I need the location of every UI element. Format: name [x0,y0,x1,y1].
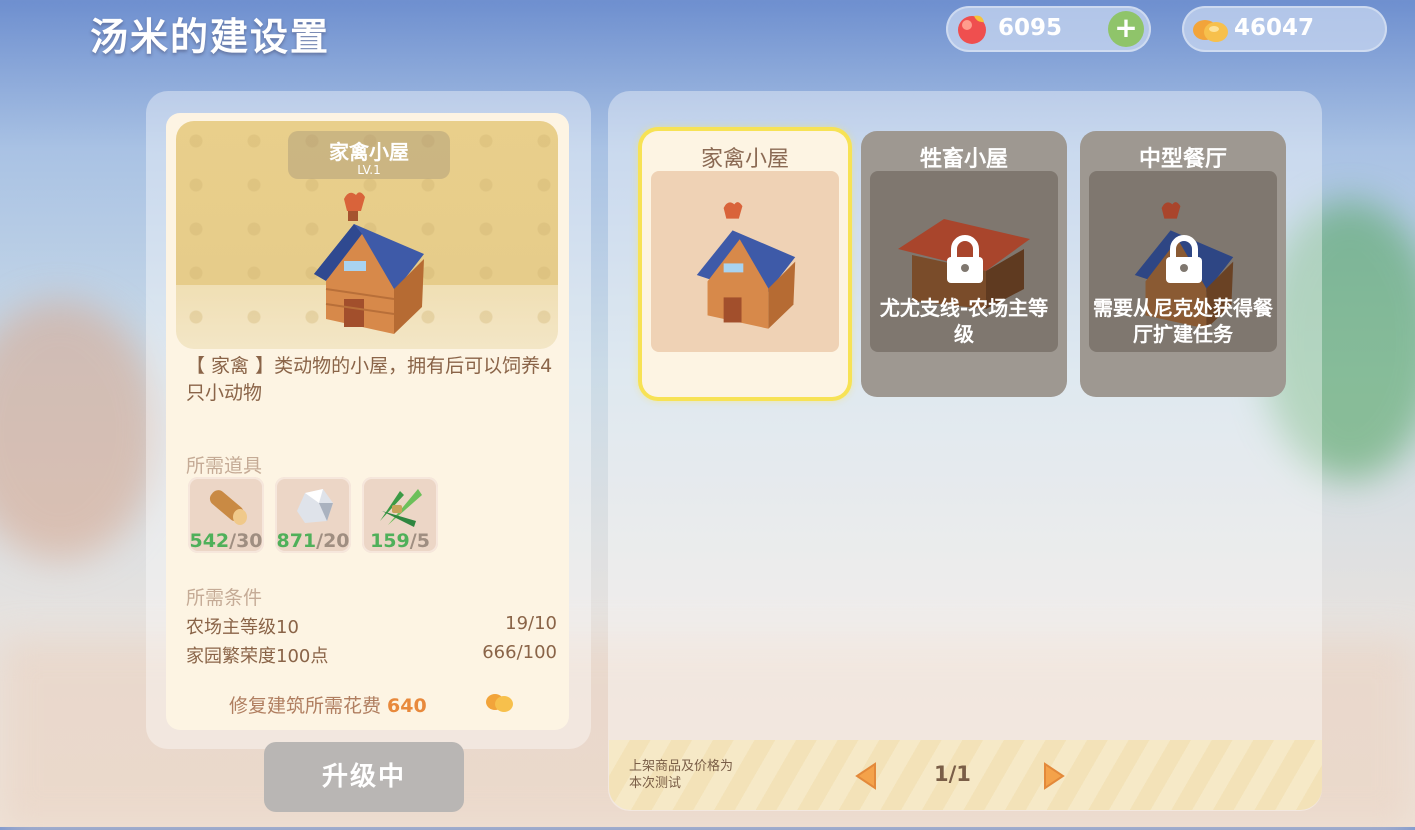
prev-page-button[interactable] [853,762,879,790]
background-building [0,300,160,560]
building-card-poultry[interactable]: 家禽小屋 [642,131,848,397]
building-card-name: 家禽小屋 [700,147,789,172]
condition-label: 家园繁荣度100点 [186,646,329,667]
condition-value: 666/100 [482,642,557,663]
materials-title: 所需道具 [186,455,263,477]
conditions-title: 所需条件 [186,587,263,609]
unlock-requirement: 需要从尼克处获得餐厅扩建任务 [1093,296,1273,346]
cost-value: 640 [387,695,427,717]
upgrade-button[interactable]: 升级中 [264,742,464,812]
poultry-house-icon [314,192,424,334]
building-name: 家禽小屋 [329,140,409,164]
stone-icon [297,489,333,523]
building-card-name: 中型餐厅 [1138,147,1227,172]
poultry-house-icon [696,202,796,329]
gem-value: 6095 [998,15,1063,41]
material-slot[interactable]: 871/20 [275,477,351,553]
wood-log-icon [209,490,247,525]
gem-currency: 6095 + [946,6,1151,52]
material-count: 542/30 [189,530,263,552]
building-card-name: 牲畜小屋 [919,147,1008,172]
material-count: 871/20 [276,530,350,552]
condition-value: 19/10 [505,613,557,634]
page-title: 汤米的建设置 [90,15,331,59]
pagination-bar: 上架商品及价格为本次测试 1/1 [609,740,1322,810]
material-slot[interactable]: 159/5 [362,477,438,553]
building-description: 【 家禽 】类动物的小屋，拥有后可以饲养4只小动物 [186,355,553,404]
cost-label: 修复建筑所需花费 [229,695,382,717]
gold-coin-icon [1193,20,1228,42]
building-detail-card: 家禽小屋 LV.1 【 家禽 】类动物的小屋，拥有后可以饲养4只小动物 所需道具… [166,113,569,730]
building-level: LV.1 [357,163,381,177]
page-indicator: 1/1 [934,762,971,786]
building-preview: 家禽小屋 LV.1 [176,121,558,349]
repair-cost: 修复建筑所需花费 640 [229,691,427,718]
lock-icon [1166,235,1202,283]
next-page-button[interactable] [1041,762,1067,790]
condition-label: 农场主等级10 [186,617,299,638]
building-name-tag: 家禽小屋 LV.1 [288,131,450,179]
grass-bundle-icon [380,489,422,527]
coin-value: 46047 [1234,15,1315,41]
lock-icon [947,235,983,283]
add-gem-button[interactable]: + [1108,11,1144,47]
peach-gem-icon [958,15,986,44]
building-card-image [651,171,839,352]
building-card-restaurant[interactable]: 中型餐厅 需要从尼克处获得餐厅扩建任务 [1080,131,1286,397]
test-notice: 上架商品及价格为本次测试 [629,759,734,791]
building-card-livestock[interactable]: 牲畜小屋 尤尤支线-农场主等级 [861,131,1067,397]
gold-coin-icon [486,694,513,712]
unlock-requirement: 尤尤支线-农场主等级 [879,296,1049,346]
material-count: 159/5 [370,530,430,552]
material-slot[interactable]: 542/30 [188,477,264,553]
coin-currency: 46047 [1182,6,1387,52]
